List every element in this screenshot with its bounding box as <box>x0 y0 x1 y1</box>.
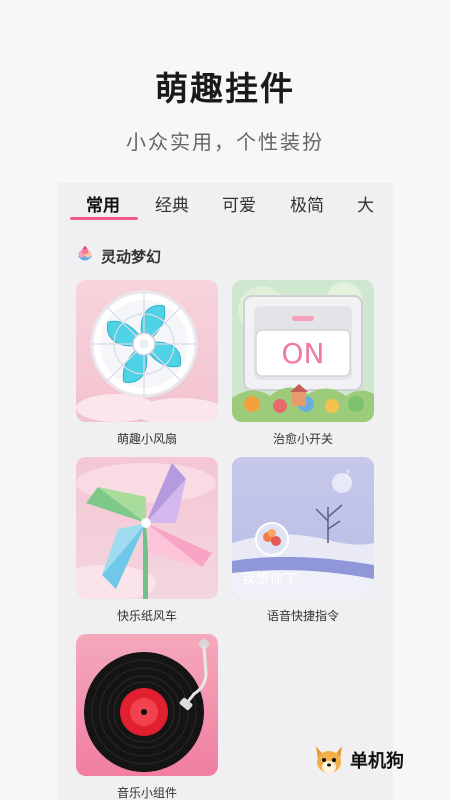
active-tab-indicator <box>70 217 138 220</box>
switch-on-text: ON <box>281 336 325 370</box>
vinyl-record-icon <box>76 634 218 776</box>
voice-scene-icon: ♪ 我想你了 <box>232 457 374 599</box>
tab-cute[interactable]: 可爱 <box>222 191 256 216</box>
fan-icon <box>76 280 218 422</box>
widget-card-switch[interactable]: ON 治愈小开关 <box>232 280 374 447</box>
widget-card-voice[interactable]: ♪ 我想你了 语音快捷指令 <box>232 457 374 624</box>
voice-overlay-text: 我想你了 <box>242 572 299 587</box>
widget-panel: 常用 经典 可爱 极简 大 灵动梦幻 萌趣小风扇 ON 治愈小开关 快乐纸风车 … <box>57 183 393 800</box>
switch-icon: ON <box>232 280 374 422</box>
widget-card-fan[interactable]: 萌趣小风扇 <box>76 280 218 447</box>
brand-watermark: 单机狗 <box>312 744 404 776</box>
page: 萌趣挂件 小众实用，个性装扮 常用 经典 可爱 极简 大 灵动梦幻 萌趣小风扇 … <box>0 0 450 800</box>
svg-text:♪: ♪ <box>344 469 350 480</box>
widget-label: 萌趣小风扇 <box>116 432 177 446</box>
widget-label: 快乐纸风车 <box>116 609 177 623</box>
widget-label: 治愈小开关 <box>272 432 333 446</box>
pinwheel-icon <box>76 457 218 599</box>
page-subtitle: 小众实用，个性装扮 <box>126 130 324 154</box>
widget-card-pinwheel[interactable]: 快乐纸风车 <box>76 457 218 624</box>
tab-bar: 常用 经典 可爱 极简 大 <box>57 183 393 227</box>
widget-label: 音乐小组件 <box>116 786 177 800</box>
tab-common[interactable]: 常用 <box>86 191 120 216</box>
dog-logo-icon <box>316 746 342 773</box>
brand-name: 单机狗 <box>350 751 404 772</box>
section-title: 灵动梦幻 <box>101 247 162 266</box>
tab-minimal[interactable]: 极简 <box>290 191 324 216</box>
tab-more[interactable]: 大 <box>357 191 374 216</box>
ice-cream-icon <box>78 246 92 261</box>
page-title: 萌趣挂件 <box>155 69 295 108</box>
section-header: 灵动梦幻 <box>75 245 161 267</box>
widget-card-music[interactable]: 音乐小组件 <box>76 634 218 800</box>
tab-classic[interactable]: 经典 <box>155 191 189 216</box>
widget-label: 语音快捷指令 <box>266 609 339 623</box>
